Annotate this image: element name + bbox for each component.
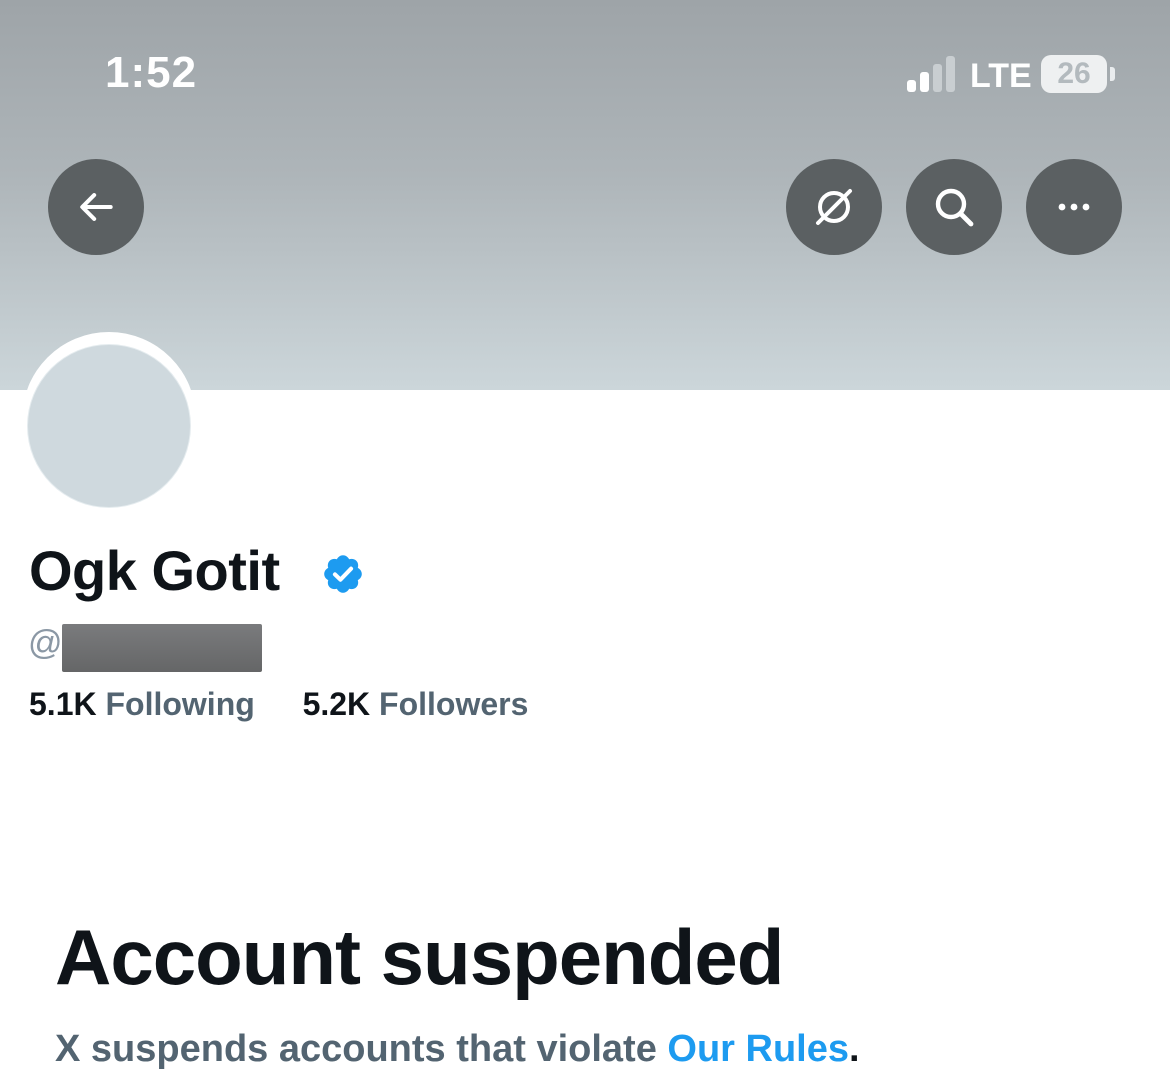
search-icon	[935, 188, 974, 227]
follow-stats: 5.1K Following 5.2K Followers	[29, 686, 528, 723]
our-rules-link[interactable]: Our Rules	[667, 1028, 849, 1070]
grok-icon	[816, 189, 852, 225]
battery-icon: 26	[1041, 55, 1107, 93]
search-button[interactable]	[906, 159, 1002, 255]
suspended-message: X suspends accounts that violate Our Rul…	[55, 1028, 860, 1071]
following-count: 5.1K	[29, 686, 97, 722]
following-link[interactable]: 5.1K Following	[29, 686, 264, 722]
suspended-title: Account suspended	[55, 913, 784, 1001]
handle-redacted	[62, 624, 262, 672]
followers-count: 5.2K	[302, 686, 371, 722]
handle-prefix: @	[28, 624, 63, 662]
network-type: LTE	[970, 57, 1032, 95]
back-button[interactable]	[48, 159, 144, 255]
arrow-left-icon	[80, 193, 113, 221]
followers-label: Followers	[379, 686, 529, 722]
more-button[interactable]	[1026, 159, 1122, 255]
verified-badge-icon[interactable]	[321, 552, 365, 596]
battery-level: 26	[1057, 57, 1091, 90]
suspended-message-period: .	[849, 1028, 860, 1070]
grok-button[interactable]	[786, 159, 882, 255]
display-name: Ogk Gotit	[29, 539, 280, 602]
status-time: 1:52	[105, 48, 198, 97]
avatar[interactable]	[28, 345, 190, 507]
more-icon	[1058, 203, 1090, 211]
following-label: Following	[105, 686, 255, 722]
signal-strength-icon	[907, 56, 959, 92]
followers-link[interactable]: 5.2K Followers	[303, 686, 529, 722]
suspended-message-text: X suspends accounts that violate	[55, 1028, 668, 1070]
battery-tip	[1110, 67, 1115, 81]
